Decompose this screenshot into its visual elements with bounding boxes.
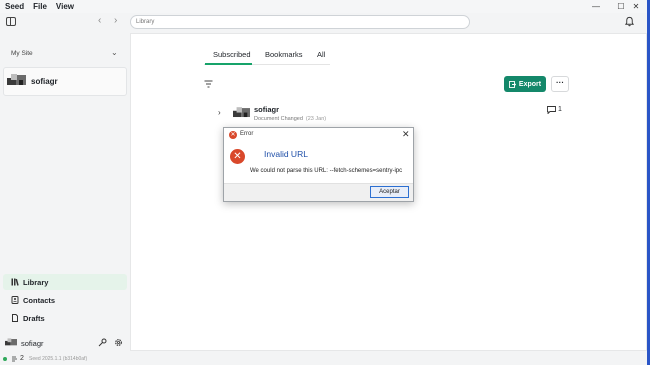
sidebar-item-library[interactable]: Library xyxy=(3,274,127,290)
active-tab-indicator xyxy=(205,63,252,65)
my-site-header[interactable]: My Site xyxy=(11,50,33,57)
comment-icon[interactable] xyxy=(547,106,556,114)
more-options-button[interactable]: ··· xyxy=(551,76,569,92)
footer-username[interactable]: sofiagr xyxy=(21,339,44,348)
avatar xyxy=(7,74,26,85)
accept-button[interactable]: Aceptar xyxy=(370,186,409,198)
document-avatar xyxy=(233,107,250,118)
tab-bookmarks[interactable]: Bookmarks xyxy=(265,50,303,59)
menu-file[interactable]: File xyxy=(33,2,47,11)
document-title[interactable]: sofiagr xyxy=(254,105,279,114)
app-version: Seed 2025.1.1 (b314b0af) xyxy=(29,356,88,362)
export-button[interactable]: Export xyxy=(504,76,546,92)
search-input[interactable]: Library xyxy=(130,15,470,29)
chevron-down-icon[interactable]: ⌄ xyxy=(111,48,118,57)
tab-all[interactable]: All xyxy=(317,50,325,59)
error-dialog: ✕ Error ✕ ✕ Invalid URL We could not par… xyxy=(223,127,414,202)
export-label: Export xyxy=(518,80,542,88)
export-icon xyxy=(508,80,516,88)
chevron-right-icon[interactable]: › xyxy=(218,108,221,117)
peers-icon xyxy=(12,356,17,362)
document-status-text: Document Changed xyxy=(254,116,303,122)
peer-count: 2 xyxy=(20,355,24,362)
comment-count: 1 xyxy=(558,106,562,113)
dialog-heading: Invalid URL xyxy=(264,149,308,159)
footer-avatar xyxy=(5,338,17,346)
sidebar-item-label: Drafts xyxy=(23,313,45,323)
menu-seed[interactable]: Seed xyxy=(5,2,24,11)
error-icon: ✕ xyxy=(229,131,237,139)
gear-icon[interactable] xyxy=(114,338,123,347)
minimize-button[interactable]: — xyxy=(585,0,607,13)
tab-subscribed[interactable]: Subscribed xyxy=(213,50,251,59)
library-icon xyxy=(11,278,19,286)
sidebar-toggle-icon[interactable] xyxy=(6,17,16,26)
error-large-icon: ✕ xyxy=(230,149,245,164)
document-date: (23 Jan) xyxy=(305,116,327,122)
dialog-message: We could not parse this URL: --fetch-sch… xyxy=(250,168,403,174)
account-name: sofiagr xyxy=(31,77,58,86)
filter-icon[interactable] xyxy=(204,80,213,88)
dialog-titlebar[interactable]: ✕ Error ✕ xyxy=(224,128,413,142)
dialog-title: Error xyxy=(240,131,254,137)
sidebar-item-contacts[interactable]: Contacts xyxy=(3,292,127,308)
menu-view[interactable]: View xyxy=(56,2,74,11)
menu-bar: Seed File View xyxy=(0,0,650,13)
draft-file-icon xyxy=(12,314,18,322)
sidebar-item-label: Library xyxy=(23,277,49,287)
close-icon: ✕ xyxy=(632,2,640,11)
dialog-close-button[interactable]: ✕ xyxy=(402,129,410,140)
contacts-icon xyxy=(11,296,19,304)
forward-button[interactable]: › xyxy=(114,15,117,26)
close-window-button[interactable]: ✕ xyxy=(617,0,640,13)
online-status-dot xyxy=(3,357,7,361)
sidebar-item-label: Contacts xyxy=(23,295,56,305)
back-button[interactable]: ‹ xyxy=(98,15,101,26)
bell-icon[interactable] xyxy=(624,16,635,27)
sidebar-item-drafts[interactable]: Drafts xyxy=(3,310,127,326)
document-status: Document Changed (23 Jan) xyxy=(254,116,326,122)
key-icon[interactable] xyxy=(98,338,107,347)
